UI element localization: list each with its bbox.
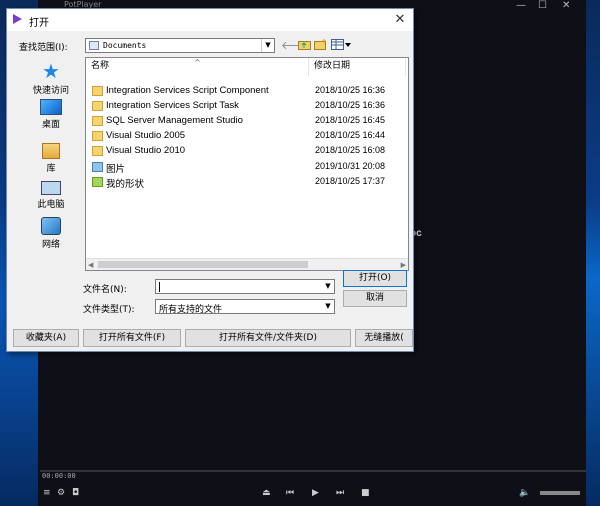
open-file-dialog: 打开 ✕ 查找范围(I): Documents ▼ 🡐 ★ 快速访问 桌面 库 … — [6, 8, 414, 352]
filetype-label: 文件类型(T): — [83, 305, 135, 315]
file-name: 图片 — [106, 164, 126, 175]
chevron-down-icon[interactable]: ▼ — [322, 300, 334, 313]
settings-icon[interactable]: ⚙ — [57, 488, 65, 498]
pictures-icon — [92, 162, 103, 172]
horizontal-scrollbar[interactable]: ◀ ▶ — [86, 258, 408, 270]
list-item[interactable]: 我的形状 2018/10/25 17:37 — [86, 175, 408, 190]
filetype-combobox[interactable]: 所有支持的文件 ▼ — [155, 299, 335, 315]
open-all-files-button[interactable]: 打开所有文件(F) — [83, 329, 181, 347]
places-bar: ★ 快速访问 桌面 库 此电脑 网络 — [19, 61, 83, 271]
eject-icon[interactable]: ⏏ — [262, 488, 271, 498]
lookin-value: Documents — [103, 41, 147, 50]
dialog-title: 打开 — [29, 18, 49, 29]
seek-bar[interactable] — [40, 470, 586, 472]
file-date: 2018/10/25 16:36 — [315, 85, 386, 95]
file-name: Integration Services Script Task — [106, 100, 239, 111]
chevron-down-icon[interactable]: ▼ — [322, 280, 334, 293]
folder-icon — [92, 86, 103, 96]
network-icon — [41, 217, 61, 235]
list-item[interactable]: Visual Studio 2010 2018/10/25 16:08 — [86, 144, 408, 159]
file-name: 我的形状 — [106, 179, 145, 190]
menu-icon[interactable]: ≡ — [43, 488, 51, 498]
file-date: 2018/10/25 16:08 — [315, 145, 386, 155]
maximize-icon[interactable]: ☐ — [538, 0, 547, 11]
column-header-type[interactable]: 类 — [406, 58, 408, 76]
list-item[interactable]: Integration Services Script Component 20… — [86, 84, 408, 99]
folder-icon — [92, 116, 103, 126]
star-icon: ★ — [42, 59, 60, 83]
shapes-icon — [92, 177, 103, 187]
place-label: 库 — [46, 164, 56, 174]
cancel-button[interactable]: 取消 — [343, 290, 407, 307]
place-label: 此电脑 — [37, 200, 65, 210]
filetype-value: 所有支持的文件 — [159, 305, 223, 315]
desktop-wallpaper-right — [586, 0, 600, 506]
computer-icon — [41, 181, 61, 195]
new-folder-icon[interactable] — [313, 39, 327, 53]
app-play-icon — [13, 14, 22, 24]
stop-icon[interactable]: ■ — [361, 488, 370, 498]
place-label: 网络 — [41, 240, 60, 250]
file-name: SQL Server Management Studio — [106, 115, 243, 126]
list-item[interactable]: Integration Services Script Task 2018/10… — [86, 99, 408, 114]
list-item[interactable]: SQL Server Management Studio 2018/10/25 … — [86, 114, 408, 129]
seamless-playback-button[interactable]: 无缝播放( — [355, 329, 413, 347]
file-date: 2018/10/25 16:36 — [315, 100, 386, 110]
dialog-titlebar: 打开 ✕ — [7, 9, 413, 31]
lookin-combobox[interactable]: Documents ▼ — [85, 38, 275, 53]
volume-slider[interactable] — [540, 491, 580, 495]
sort-caret-icon: ^ — [194, 58, 201, 67]
close-icon[interactable]: ✕ — [391, 11, 409, 29]
file-date: 2018/10/25 16:45 — [315, 115, 386, 125]
list-item[interactable]: 图片 2019/10/31 20:08 — [86, 160, 408, 175]
vr-icon[interactable]: ◘ — [72, 488, 79, 498]
time-display: 00:00:00 — [42, 472, 76, 480]
place-network[interactable]: 网络 — [19, 217, 83, 250]
up-folder-icon[interactable] — [297, 39, 311, 53]
open-button[interactable]: 打开(O) — [343, 270, 407, 287]
place-desktop[interactable]: 桌面 — [19, 99, 83, 130]
chevron-down-icon[interactable]: ▼ — [261, 39, 274, 52]
back-arrow-icon[interactable]: 🡐 — [281, 39, 311, 53]
next-icon[interactable]: ⏭ — [336, 488, 344, 498]
minimize-icon[interactable]: — — [516, 0, 526, 11]
view-menu-icon[interactable] — [330, 39, 352, 53]
lookin-label: 查找范围(I): — [19, 43, 68, 53]
column-header-date[interactable]: 修改日期 — [309, 58, 406, 76]
close-icon[interactable]: ✕ — [562, 0, 570, 11]
place-label: 桌面 — [41, 120, 60, 130]
desktop-icon — [40, 99, 62, 115]
library-icon — [42, 143, 60, 159]
place-label: 快速访问 — [32, 86, 69, 96]
volume-icon[interactable]: 🔈 — [519, 488, 530, 498]
file-name: Integration Services Script Component — [106, 85, 269, 96]
folder-icon — [92, 146, 103, 156]
file-list[interactable]: 名称 ^ 修改日期 类 Integration Services Script … — [85, 57, 409, 271]
file-date: 2018/10/25 17:37 — [315, 176, 386, 186]
file-date: 2019/10/31 20:08 — [315, 161, 386, 171]
scroll-thumb[interactable] — [98, 261, 308, 268]
list-item[interactable]: Visual Studio 2005 2018/10/25 16:44 — [86, 129, 408, 144]
documents-folder-icon — [89, 41, 99, 50]
folder-icon — [92, 101, 103, 111]
file-name: Visual Studio 2010 — [106, 145, 186, 156]
text-cursor — [159, 282, 160, 292]
filename-combobox[interactable]: ▼ — [155, 279, 335, 294]
filename-label: 文件名(N): — [83, 285, 127, 295]
previous-icon[interactable]: ⏮ — [286, 488, 294, 498]
file-date: 2018/10/25 16:44 — [315, 130, 386, 140]
scroll-left-icon[interactable]: ◀ — [88, 259, 93, 270]
favorites-button[interactable]: 收藏夹(A) — [13, 329, 79, 347]
play-icon[interactable]: ▶ — [312, 488, 319, 498]
place-this-pc[interactable]: 此电脑 — [19, 181, 83, 210]
place-library[interactable]: 库 — [19, 143, 83, 174]
file-name: Visual Studio 2005 — [106, 130, 186, 141]
place-quick-access[interactable]: ★ 快速访问 — [19, 61, 83, 96]
folder-icon — [92, 131, 103, 141]
open-all-files-folders-button[interactable]: 打开所有文件/文件夹(D) — [185, 329, 351, 347]
